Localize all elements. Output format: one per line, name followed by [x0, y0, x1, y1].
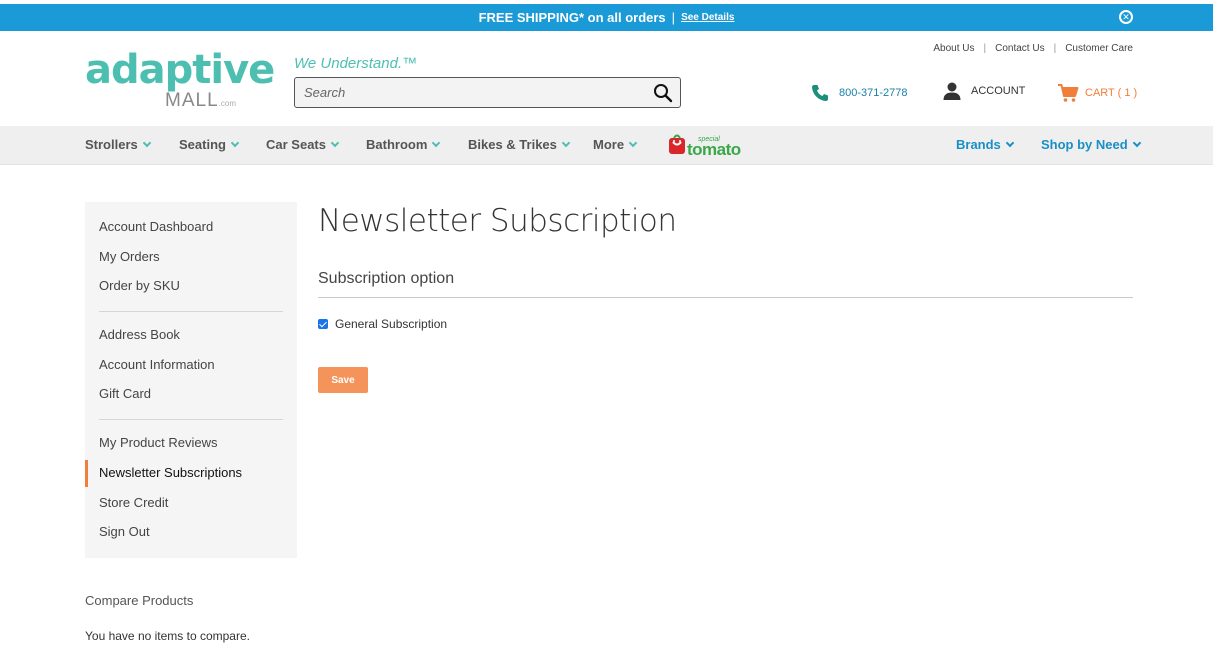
partner-big-text: tomato	[687, 140, 741, 159]
main-nav: Strollers Seating Car Seats Bathroom Bik…	[0, 126, 1213, 165]
nav-shop-by-need[interactable]: Shop by Need	[1041, 137, 1141, 152]
chevron-down-icon	[628, 138, 638, 147]
contact-us-link[interactable]: Contact Us	[995, 43, 1044, 54]
logo-mall-text: MALL	[165, 90, 219, 111]
account-label: ACCOUNT	[971, 85, 1026, 97]
chevron-down-icon	[432, 138, 441, 147]
nav-bikes-trikes[interactable]: Bikes & Trikes	[468, 137, 571, 152]
chevron-down-icon	[1005, 138, 1015, 147]
nav-label: Bathroom	[366, 137, 428, 152]
logo-word: adaptive	[85, 47, 275, 93]
nav-more[interactable]: More	[593, 137, 638, 152]
search-input[interactable]	[295, 78, 635, 107]
phone-icon	[812, 85, 828, 101]
nav-label: More	[593, 137, 625, 152]
sidebar-item-account-information[interactable]: Account Information	[99, 357, 215, 372]
chevron-down-icon	[561, 138, 571, 147]
tagline: We Understand.™	[294, 55, 418, 72]
section-divider	[318, 297, 1133, 298]
nav-label: Strollers	[85, 137, 138, 152]
logo-com: .com	[218, 99, 236, 108]
link-separator: |	[983, 43, 987, 54]
section-title: Subscription option	[318, 270, 455, 287]
sidebar-divider	[99, 419, 283, 420]
sidebar-item-store-credit[interactable]: Store Credit	[99, 495, 168, 510]
cart-label: CART ( 1 )	[1085, 87, 1138, 99]
chevron-down-icon	[230, 138, 240, 147]
phone-number: 800-371-2778	[839, 87, 908, 99]
sidebar-item-sign-out[interactable]: Sign Out	[99, 524, 150, 539]
sidebar-item-account-dashboard[interactable]: Account Dashboard	[99, 219, 213, 234]
nav-brands[interactable]: Brands	[956, 137, 1015, 152]
chevron-down-icon	[142, 138, 151, 147]
nav-seating[interactable]: Seating	[179, 137, 240, 152]
about-us-link[interactable]: About Us	[933, 43, 974, 54]
nav-label: Seating	[179, 137, 226, 152]
promo-text: FREE SHIPPING* on all orders	[478, 10, 666, 25]
nav-label: Shop by Need	[1041, 137, 1128, 152]
sidebar-item-my-orders[interactable]: My Orders	[99, 249, 160, 264]
close-icon[interactable]: ✕	[1119, 10, 1133, 24]
see-details-link[interactable]: See Details	[681, 12, 734, 23]
account-link[interactable]: ACCOUNT	[942, 81, 1025, 101]
top-links: About Us | Contact Us | Customer Care	[933, 43, 1133, 54]
sidebar-item-newsletter-subscriptions[interactable]: Newsletter Subscriptions	[99, 465, 242, 480]
cart-icon	[1058, 84, 1079, 102]
compare-empty-message: You have no items to compare.	[85, 629, 250, 643]
page-title: Newsletter Subscription	[318, 203, 677, 239]
sidebar-item-gift-card[interactable]: Gift Card	[99, 386, 151, 401]
logo-mall: MALL.com	[165, 90, 236, 112]
sidebar-item-order-by-sku[interactable]: Order by SKU	[99, 278, 180, 293]
site-logo[interactable]: adaptive MALL.com	[85, 47, 275, 114]
nav-label: Car Seats	[266, 137, 326, 152]
search-icon[interactable]	[653, 83, 673, 103]
sidebar-divider	[99, 311, 283, 312]
nav-label: Brands	[956, 137, 1001, 152]
nav-bathroom[interactable]: Bathroom	[366, 137, 441, 152]
link-separator: |	[1053, 43, 1057, 54]
chevron-down-icon	[1132, 138, 1141, 147]
general-subscription-option: General Subscription	[318, 317, 447, 331]
chevron-down-icon	[330, 138, 340, 147]
nav-label: Bikes & Trikes	[468, 137, 557, 152]
special-tomato-logo[interactable]: special tomato	[668, 132, 752, 160]
sidebar-item-address-book[interactable]: Address Book	[99, 327, 180, 342]
phone-link[interactable]: 800-371-2778	[810, 83, 908, 103]
nav-car-seats[interactable]: Car Seats	[266, 137, 340, 152]
customer-care-link[interactable]: Customer Care	[1065, 43, 1133, 54]
nav-strollers[interactable]: Strollers	[85, 137, 151, 152]
general-subscription-checkbox[interactable]	[318, 319, 328, 329]
save-button[interactable]: Save	[318, 367, 368, 393]
checkbox-label[interactable]: General Subscription	[335, 317, 447, 331]
user-icon	[943, 82, 961, 100]
active-indicator	[85, 460, 88, 487]
promo-separator: |	[671, 10, 676, 25]
promo-bar: FREE SHIPPING* on all orders | See Detai…	[0, 4, 1213, 31]
cart-link[interactable]: CART ( 1 )	[1057, 83, 1137, 103]
search-box	[294, 77, 681, 108]
account-sidebar: Account Dashboard My Orders Order by SKU…	[85, 202, 297, 558]
sidebar-item-my-product-reviews[interactable]: My Product Reviews	[99, 435, 217, 450]
compare-products-title: Compare Products	[85, 593, 194, 608]
